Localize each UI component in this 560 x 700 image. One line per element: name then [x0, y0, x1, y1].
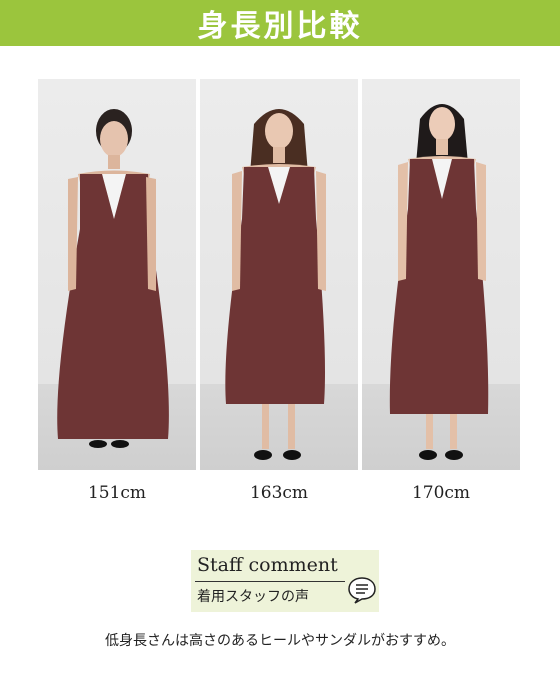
speech-bubble-icon	[346, 575, 378, 609]
height-label-3: 170cm	[411, 483, 471, 503]
model-photo-163	[200, 79, 358, 470]
staff-comment-title-jp: 着用スタッフの声	[197, 589, 309, 605]
staff-comment-title-en: Staff comment	[197, 554, 338, 576]
height-label-2: 163cm	[249, 483, 309, 503]
divider	[195, 581, 345, 582]
section-header: 身長別比較	[0, 0, 560, 46]
section-title: 身長別比較	[197, 9, 363, 44]
model-photo-170	[362, 79, 520, 470]
staff-comment-heading: Staff comment 着用スタッフの声	[191, 550, 379, 612]
staff-comment-text: 低身長さんは高さのあるヒールやサンダルがおすすめ。	[105, 633, 455, 649]
model-photo-151	[38, 79, 196, 470]
height-label-1: 151cm	[87, 483, 147, 503]
